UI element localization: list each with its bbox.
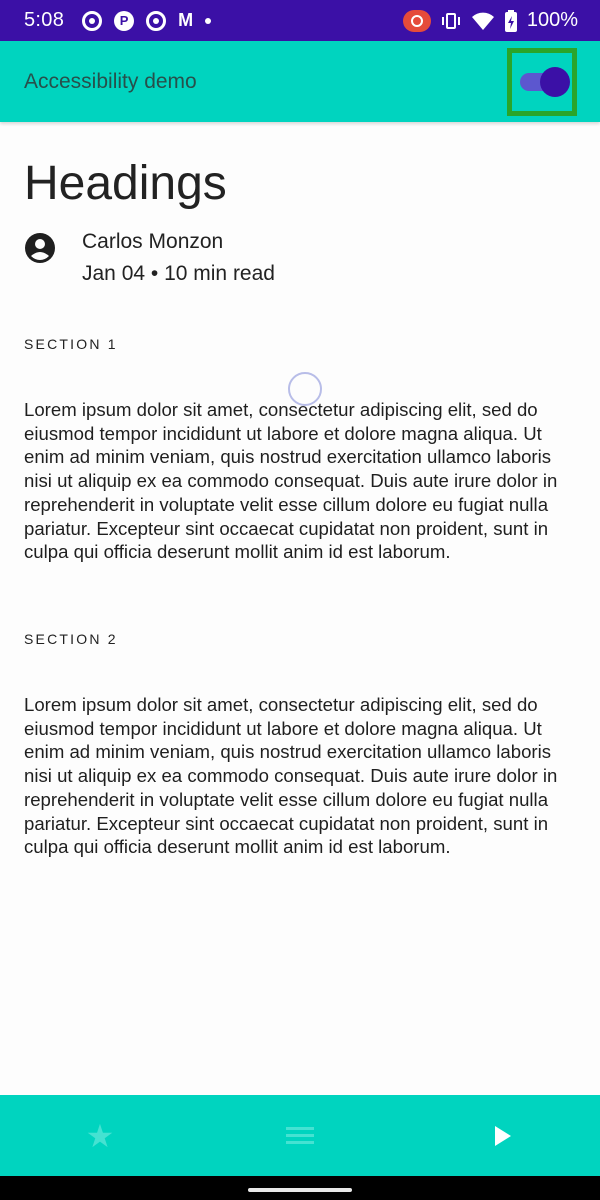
toggle-thumb xyxy=(540,67,570,97)
page-title: Headings xyxy=(24,157,227,210)
system-navigation-bar xyxy=(0,1176,600,1200)
ring-notification-icon xyxy=(82,10,103,31)
screen-record-icon xyxy=(402,9,431,32)
touch-indicator xyxy=(288,372,322,406)
status-right: 100% xyxy=(402,9,578,32)
article-meta: Jan 04 • 10 min read xyxy=(82,262,275,285)
author-name: Carlos Monzon xyxy=(82,230,224,253)
gmail-icon: M xyxy=(178,10,194,30)
nav-play[interactable] xyxy=(470,1106,530,1166)
account-circle-icon xyxy=(25,233,55,263)
author-info: Carlos Monzon Jan 04 • 10 min read xyxy=(82,230,275,286)
nav-list[interactable] xyxy=(270,1106,330,1166)
nav-favorites[interactable]: ★ xyxy=(70,1106,130,1166)
battery-charging-icon xyxy=(504,9,517,32)
author-row: Carlos Monzon Jan 04 • 10 min read xyxy=(24,230,275,286)
play-icon xyxy=(495,1125,511,1146)
ring-notification-icon xyxy=(146,10,167,31)
list-icon xyxy=(286,1127,314,1144)
app-bar: Accessibility demo xyxy=(0,41,600,122)
accessibility-toggle-switch[interactable] xyxy=(520,67,570,97)
section-1-body: Lorem ipsum dolor sit amet, consectetur … xyxy=(24,399,558,563)
toggle-focus-highlight[interactable] xyxy=(507,48,577,116)
battery-level: 100% xyxy=(526,9,578,31)
star-icon: ★ xyxy=(85,1117,115,1154)
section-2-label: SECTION 2 xyxy=(24,631,118,647)
more-dot-icon xyxy=(205,17,212,24)
app-title: Accessibility demo xyxy=(24,69,197,93)
p-app-icon: P xyxy=(114,10,135,31)
section-2-body: Lorem ipsum dolor sit amet, consectetur … xyxy=(24,694,558,858)
home-indicator[interactable] xyxy=(248,1188,352,1192)
status-time: 5:08 xyxy=(24,9,65,31)
section-1-label: SECTION 1 xyxy=(24,336,118,352)
vibrate-icon xyxy=(441,12,460,29)
wifi-icon xyxy=(471,12,494,30)
notification-icons: P M xyxy=(82,10,212,31)
status-bar: 5:08 P M 100% xyxy=(0,0,600,41)
bottom-navigation: ★ xyxy=(0,1095,600,1176)
